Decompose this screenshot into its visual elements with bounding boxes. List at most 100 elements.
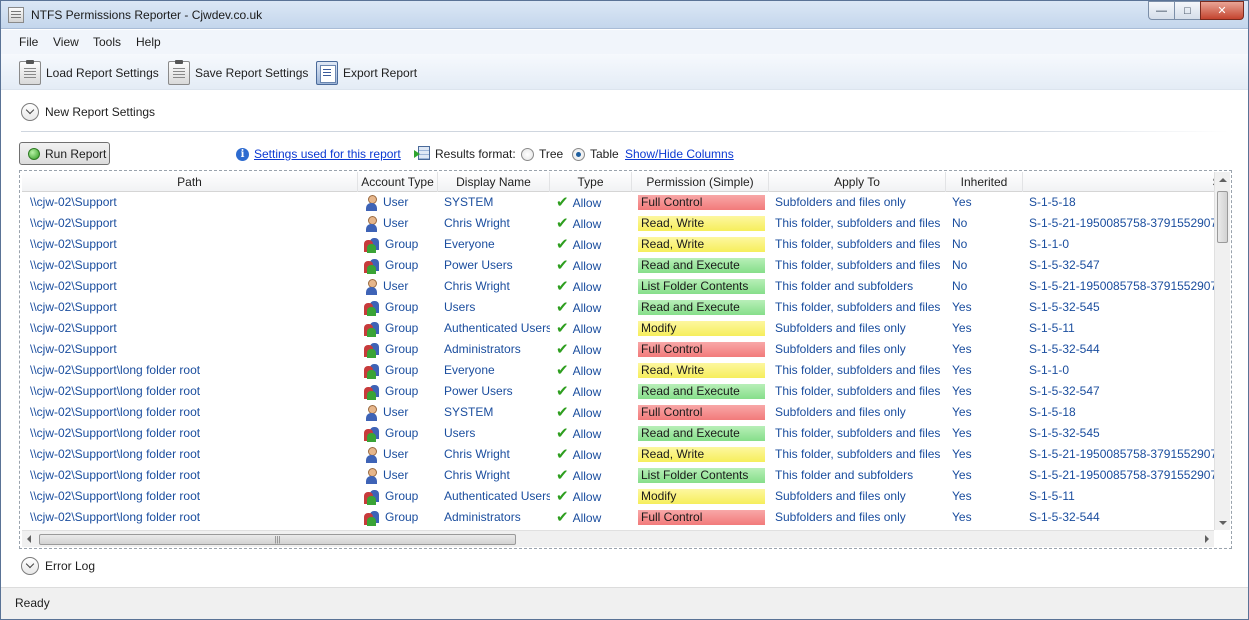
table-row[interactable]: \\cjw-02\Support\long folder root User SYS… <box>22 402 1214 423</box>
checkmark-icon: ✔ <box>556 467 569 484</box>
scroll-up-icon[interactable] <box>1219 178 1227 182</box>
vertical-scroll-thumb[interactable] <box>1217 191 1228 243</box>
apply-to-cell: This folder, subfolders and files <box>775 216 941 230</box>
type-cell: ✔ Allow <box>556 381 632 402</box>
load-report-settings-button[interactable]: Load Report Settings <box>19 60 159 86</box>
status-text: Ready <box>15 596 50 610</box>
type-cell: ✔ Allow <box>556 507 632 528</box>
sid-cell: S-1-5-18 <box>1029 195 1076 209</box>
path-cell: \\cjw-02\Support\long folder root <box>30 489 201 503</box>
path-cell: \\cjw-02\Support\long folder root <box>30 468 201 482</box>
permission-badge: Read and Execute <box>638 426 765 441</box>
table-row[interactable]: \\cjw-02\Support\long folder root Group Ev… <box>22 360 1214 381</box>
maximize-button[interactable]: □ <box>1174 1 1201 20</box>
permission-badge: Full Control <box>638 342 765 357</box>
settings-used-link[interactable]: Settings used for this report <box>254 147 401 161</box>
inherited-cell: Yes <box>952 342 972 356</box>
table-row[interactable]: \\cjw-02\Support Group Users ✔ Allow Read and… <box>22 297 1214 318</box>
checkmark-icon: ✔ <box>556 320 569 337</box>
user-icon <box>364 215 378 232</box>
export-report-button[interactable]: Export Report <box>316 60 417 86</box>
apply-to-cell: This folder, subfolders and files <box>775 426 941 440</box>
type-cell: ✔ Allow <box>556 423 632 444</box>
account-type-cell: Group <box>364 297 438 318</box>
chevron-down-icon[interactable] <box>21 557 39 575</box>
column-header-permission-simple[interactable]: Permission (Simple) <box>632 172 769 192</box>
account-type-cell: Group <box>364 234 438 255</box>
close-button[interactable]: ✕ <box>1200 1 1244 20</box>
run-report-button[interactable]: Run Report <box>19 142 110 165</box>
account-type-cell: Group <box>364 255 438 276</box>
save-report-settings-label: Save Report Settings <box>195 66 309 80</box>
apply-to-cell: Subfolders and files only <box>775 321 906 335</box>
table-radio[interactable] <box>572 148 585 161</box>
column-header-account-type[interactable]: Account Type <box>358 172 438 192</box>
results-grid: Path Account Type Display Name Type Permissi… <box>19 170 1232 549</box>
type-label: Allow <box>572 301 602 315</box>
table-row[interactable]: \\cjw-02\Support\long folder root Group Us… <box>22 423 1214 444</box>
path-cell: \\cjw-02\Support\long folder root <box>30 426 201 440</box>
column-header-type[interactable]: Type <box>550 172 632 192</box>
path-cell: \\cjw-02\Support <box>30 237 117 251</box>
menu-tools[interactable]: Tools <box>93 35 121 49</box>
permission-badge: Read and Execute <box>638 300 765 315</box>
table-row[interactable]: \\cjw-02\Support\long folder root Group Po… <box>22 381 1214 402</box>
table-row[interactable]: \\cjw-02\Support\long folder root User Chr… <box>22 444 1214 465</box>
minimize-button[interactable]: — <box>1148 1 1175 20</box>
export-icon <box>316 61 338 85</box>
tree-radio-label[interactable]: Tree <box>539 147 563 161</box>
menu-view[interactable]: View <box>53 35 79 49</box>
checkmark-icon: ✔ <box>556 299 569 316</box>
account-type-label: User <box>383 405 409 419</box>
new-report-settings-expander[interactable]: New Report Settings <box>21 103 155 121</box>
table-row[interactable]: \\cjw-02\Support\long folder root Group Au… <box>22 486 1214 507</box>
account-type-cell: User <box>364 402 438 423</box>
apply-to-cell: This folder and subfolders <box>775 279 914 293</box>
run-report-label: Run Report <box>45 146 107 161</box>
tree-radio[interactable] <box>521 148 534 161</box>
vertical-scrollbar[interactable] <box>1214 172 1230 530</box>
permission-cell: Read, Write <box>632 360 769 381</box>
type-cell: ✔ Allow <box>556 255 632 276</box>
path-cell: \\cjw-02\Support <box>30 258 117 272</box>
column-header-inherited[interactable]: Inherited <box>946 172 1023 192</box>
horizontal-scroll-thumb[interactable]: ||| <box>39 534 516 545</box>
app-icon <box>8 7 24 23</box>
table-row[interactable]: \\cjw-02\Support Group Administrators ✔ Allo… <box>22 339 1214 360</box>
table-row[interactable]: \\cjw-02\Support Group Authenticated Users… <box>22 318 1214 339</box>
title-bar[interactable]: NTFS Permissions Reporter - Cjwdev.co.uk… <box>1 1 1248 29</box>
table-row[interactable]: \\cjw-02\Support Group Everyone ✔ Allow Read,… <box>22 234 1214 255</box>
scroll-right-icon[interactable] <box>1205 535 1209 543</box>
menu-help[interactable]: Help <box>136 35 161 49</box>
horizontal-scrollbar[interactable]: ||| <box>22 530 1214 547</box>
group-icon <box>364 342 380 358</box>
show-hide-columns-link[interactable]: Show/Hide Columns <box>625 147 734 161</box>
checkmark-icon: ✔ <box>556 404 569 421</box>
permission-badge: Full Control <box>638 195 765 210</box>
account-type-cell: Group <box>364 339 438 360</box>
table-row[interactable]: \\cjw-02\Support User SYSTEM ✔ Allow Full Con… <box>22 192 1214 213</box>
menu-file[interactable]: File <box>19 35 38 49</box>
column-header-path[interactable]: Path <box>22 172 358 192</box>
table-row[interactable]: \\cjw-02\Support Group Power Users ✔ Allow Re… <box>22 255 1214 276</box>
error-log-expander[interactable]: Error Log <box>21 557 95 575</box>
save-report-settings-button[interactable]: Save Report Settings <box>168 60 308 86</box>
display-name-cell: Users <box>444 426 476 440</box>
scroll-down-icon[interactable] <box>1219 521 1227 525</box>
inherited-cell: Yes <box>952 321 972 335</box>
display-name-cell: SYSTEM <box>444 405 494 419</box>
table-radio-label[interactable]: Table <box>590 147 619 161</box>
results-grid-viewport[interactable]: Path Account Type Display Name Type Permissi… <box>22 172 1214 530</box>
table-row[interactable]: \\cjw-02\Support User Chris Wright ✔ Allow Li… <box>22 276 1214 297</box>
window-controls: — □ ✕ <box>1148 1 1244 20</box>
scroll-left-icon[interactable] <box>27 535 31 543</box>
table-row[interactable]: \\cjw-02\Support\long folder root User Chr… <box>22 465 1214 486</box>
column-header-display-name[interactable]: Display Name <box>438 172 550 192</box>
chevron-down-icon[interactable] <box>21 103 39 121</box>
export-report-label: Export Report <box>343 66 418 80</box>
table-row[interactable]: \\cjw-02\Support User Chris Wright ✔ Allow Re… <box>22 213 1214 234</box>
column-header-apply-to[interactable]: Apply To <box>769 172 946 192</box>
account-type-label: User <box>383 279 409 293</box>
table-row[interactable]: \\cjw-02\Support\long folder root Group Ad… <box>22 507 1214 528</box>
column-header-sid[interactable]: SID <box>1023 172 1214 192</box>
